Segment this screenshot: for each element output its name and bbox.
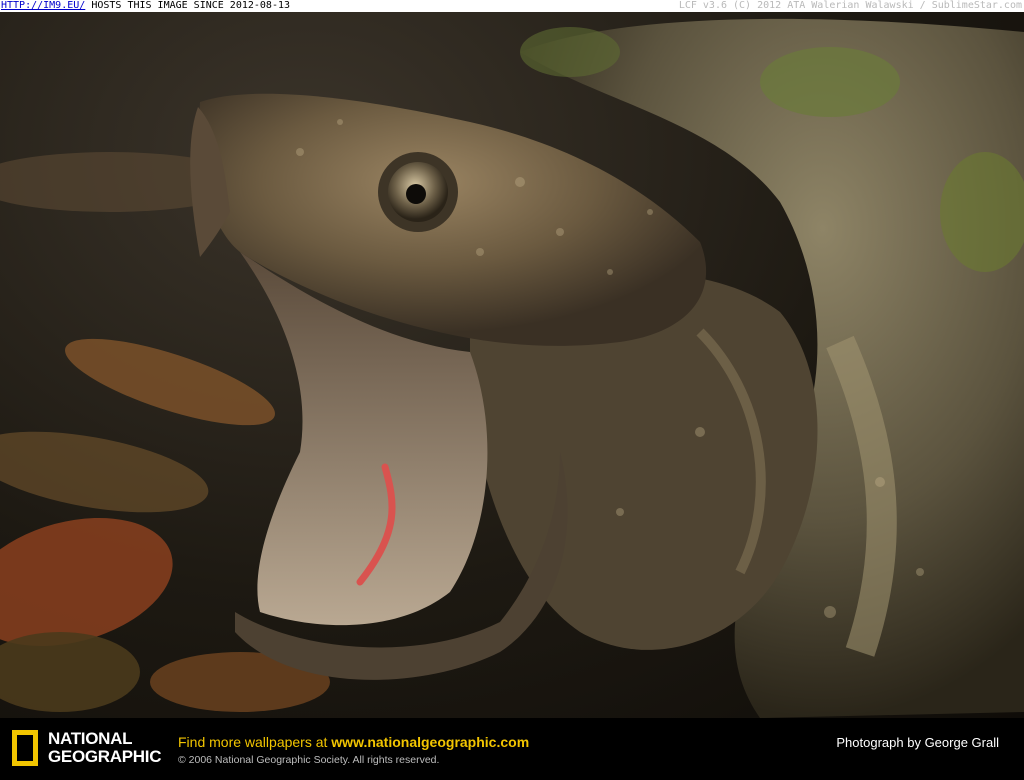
wordmark-line-2: GEOGRAPHIC bbox=[48, 747, 162, 766]
promo-prefix: Find more wallpapers at bbox=[178, 734, 328, 750]
moss-patch bbox=[520, 27, 620, 77]
photo-credit: Photograph by George Grall bbox=[836, 735, 999, 750]
wordmark-line-1: NATIONAL bbox=[48, 729, 133, 748]
leaf bbox=[65, 338, 275, 426]
leaf bbox=[0, 632, 140, 712]
moss-patch bbox=[760, 47, 900, 117]
promo-url-link[interactable]: www.nationalgeographic.com bbox=[331, 734, 529, 750]
watermark-link[interactable]: HTTP://IM9.EU/ bbox=[1, 0, 85, 11]
nat-geo-logo-icon bbox=[12, 730, 38, 766]
watermark-credit: LCF v3.6 (C) 2012 ATA Walerian Walawski … bbox=[678, 0, 1022, 11]
turtle-illustration bbox=[0, 18, 1024, 718]
watermark-hosting-text: HOSTS THIS IMAGE SINCE 2012-08-13 bbox=[91, 0, 291, 11]
leaf bbox=[0, 431, 209, 513]
watermark-left: HTTP://IM9.EU/ HOSTS THIS IMAGE SINCE 20… bbox=[1, 0, 290, 12]
hosting-watermark-bar: HTTP://IM9.EU/ HOSTS THIS IMAGE SINCE 20… bbox=[0, 0, 1024, 12]
nat-geo-wordmark: NATIONAL GEOGRAPHIC bbox=[48, 730, 161, 766]
wallpaper-promo: Find more wallpapers at www.nationalgeog… bbox=[178, 734, 529, 750]
eye-pupil bbox=[406, 184, 426, 204]
copyright-notice: © 2006 National Geographic Society. All … bbox=[178, 754, 440, 766]
turtle-photo bbox=[0, 12, 1024, 718]
footer-banner: NATIONAL GEOGRAPHIC Find more wallpapers… bbox=[0, 718, 1024, 780]
